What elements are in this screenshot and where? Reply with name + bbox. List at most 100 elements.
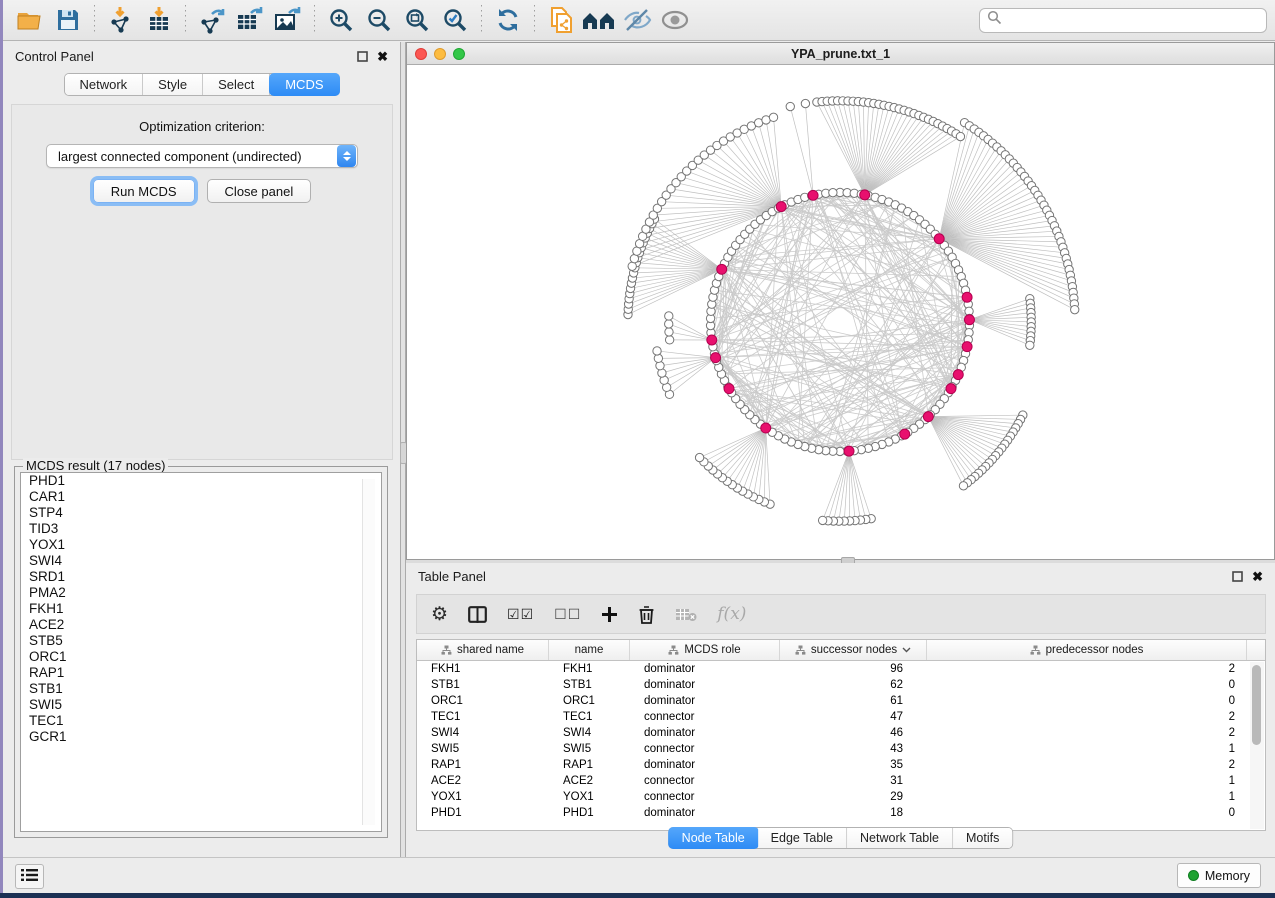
first-neighbors-button[interactable] — [582, 4, 616, 36]
cell-successor-nodes[interactable]: 29 — [780, 791, 927, 803]
cell-name[interactable]: RAP1 — [549, 759, 630, 771]
cell-predecessor-nodes[interactable]: 1 — [927, 743, 1247, 755]
cell-predecessor-nodes[interactable]: 0 — [927, 679, 1247, 691]
function-builder-button[interactable]: f(x) — [717, 604, 746, 624]
cell-predecessor-nodes[interactable]: 2 — [927, 711, 1247, 723]
cell-mcds-role[interactable]: connector — [630, 743, 780, 755]
cell-mcds-role[interactable]: dominator — [630, 663, 780, 675]
tab-network[interactable]: Network — [64, 74, 143, 95]
refresh-layout-button[interactable] — [491, 4, 525, 36]
cell-shared-name[interactable]: YOX1 — [417, 791, 549, 803]
zoom-out-button[interactable] — [362, 4, 396, 36]
cell-shared-name[interactable]: STB1 — [417, 679, 549, 691]
list-item[interactable]: RAP1 — [21, 665, 381, 681]
add-column-button[interactable] — [601, 606, 618, 623]
float-panel-icon[interactable] — [357, 51, 368, 62]
cell-shared-name[interactable]: SWI4 — [417, 727, 549, 739]
run-mcds-button[interactable]: Run MCDS — [93, 179, 195, 203]
cell-name[interactable]: YOX1 — [549, 791, 630, 803]
cell-predecessor-nodes[interactable]: 2 — [927, 759, 1247, 771]
list-item[interactable]: YOX1 — [21, 537, 381, 553]
column-header-predecessor-nodes[interactable]: predecessor nodes — [927, 640, 1247, 660]
import-network-button[interactable] — [104, 4, 138, 36]
cell-predecessor-nodes[interactable]: 1 — [927, 775, 1247, 787]
cell-mcds-role[interactable]: dominator — [630, 807, 780, 819]
column-header-name[interactable]: name — [549, 640, 630, 660]
cell-mcds-role[interactable]: connector — [630, 711, 780, 723]
column-header-successor-nodes[interactable]: successor nodes — [780, 640, 927, 660]
cell-mcds-role[interactable]: connector — [630, 775, 780, 787]
close-panel-button[interactable]: Close panel — [207, 179, 312, 203]
task-history-button[interactable] — [15, 864, 44, 889]
cell-name[interactable]: SWI5 — [549, 743, 630, 755]
list-item[interactable]: STP4 — [21, 505, 381, 521]
table-row[interactable]: PHD1 PHD1 dominator 18 0 — [417, 805, 1250, 821]
list-item[interactable]: SWI5 — [21, 697, 381, 713]
cell-successor-nodes[interactable]: 43 — [780, 743, 927, 755]
cell-name[interactable]: PHD1 — [549, 807, 630, 819]
column-header-shared-name[interactable]: shared name — [417, 640, 549, 660]
cell-predecessor-nodes[interactable]: 2 — [927, 663, 1247, 675]
zoom-fit-button[interactable] — [400, 4, 434, 36]
list-item[interactable]: TID3 — [21, 521, 381, 537]
list-item[interactable]: ORC1 — [21, 649, 381, 665]
hide-selected-button[interactable] — [620, 4, 654, 36]
network-title-bar[interactable]: YPA_prune.txt_1 — [407, 43, 1274, 65]
zoom-in-button[interactable] — [324, 4, 358, 36]
criterion-dropdown[interactable]: largest connected component (undirected) — [46, 144, 358, 168]
cell-predecessor-nodes[interactable]: 2 — [927, 727, 1247, 739]
cell-successor-nodes[interactable]: 47 — [780, 711, 927, 723]
column-header-mcds-role[interactable]: MCDS role — [630, 640, 780, 660]
float-panel-icon[interactable] — [1232, 571, 1243, 582]
tab-motifs[interactable]: Motifs — [953, 828, 1012, 848]
cell-predecessor-nodes[interactable]: 1 — [927, 791, 1247, 803]
list-scrollbar[interactable] — [362, 479, 375, 825]
cell-mcds-role[interactable]: dominator — [630, 759, 780, 771]
list-item[interactable]: GCR1 — [21, 729, 381, 745]
tab-network-table[interactable]: Network Table — [847, 828, 953, 848]
cell-mcds-role[interactable]: dominator — [630, 695, 780, 707]
delete-column-button[interactable] — [638, 605, 655, 624]
select-all-rows-button[interactable]: ☑☑ — [507, 606, 534, 623]
cell-mcds-role[interactable]: dominator — [630, 727, 780, 739]
close-panel-icon[interactable]: ✖ — [1252, 570, 1263, 583]
export-image-button[interactable] — [271, 4, 305, 36]
tab-mcds[interactable]: MCDS — [269, 73, 339, 96]
save-session-button[interactable] — [51, 4, 85, 36]
table-row[interactable]: STB1 STB1 dominator 62 0 — [417, 677, 1250, 693]
cell-shared-name[interactable]: TEC1 — [417, 711, 549, 723]
cell-shared-name[interactable]: PHD1 — [417, 807, 549, 819]
cell-shared-name[interactable]: SWI5 — [417, 743, 549, 755]
delete-table-button[interactable] — [675, 607, 697, 622]
memory-button[interactable]: Memory — [1177, 863, 1261, 888]
list-item[interactable]: TEC1 — [21, 713, 381, 729]
cell-mcds-role[interactable]: dominator — [630, 679, 780, 691]
cell-predecessor-nodes[interactable]: 0 — [927, 807, 1247, 819]
search-input[interactable] — [1007, 13, 1259, 28]
table-row[interactable]: TEC1 TEC1 connector 47 2 — [417, 709, 1250, 725]
cell-successor-nodes[interactable]: 62 — [780, 679, 927, 691]
list-item[interactable]: FKH1 — [21, 601, 381, 617]
cell-name[interactable]: TEC1 — [549, 711, 630, 723]
cell-shared-name[interactable]: ORC1 — [417, 695, 549, 707]
list-item[interactable]: STB5 — [21, 633, 381, 649]
tab-style[interactable]: Style — [143, 74, 203, 95]
cell-shared-name[interactable]: RAP1 — [417, 759, 549, 771]
cell-shared-name[interactable]: FKH1 — [417, 663, 549, 675]
tab-edge-table[interactable]: Edge Table — [758, 828, 847, 848]
list-item[interactable]: SRD1 — [21, 569, 381, 585]
table-row[interactable]: SWI5 SWI5 connector 43 1 — [417, 741, 1250, 757]
cell-name[interactable]: ORC1 — [549, 695, 630, 707]
cell-successor-nodes[interactable]: 96 — [780, 663, 927, 675]
cell-mcds-role[interactable]: connector — [630, 791, 780, 803]
cell-successor-nodes[interactable]: 35 — [780, 759, 927, 771]
cell-successor-nodes[interactable]: 18 — [780, 807, 927, 819]
zoom-selected-button[interactable] — [438, 4, 472, 36]
list-item[interactable]: ACE2 — [21, 617, 381, 633]
network-graph[interactable] — [407, 65, 1274, 559]
list-item[interactable]: SWI4 — [21, 553, 381, 569]
table-row[interactable]: SWI4 SWI4 dominator 46 2 — [417, 725, 1250, 741]
network-canvas[interactable] — [407, 65, 1274, 559]
tab-node-table[interactable]: Node Table — [668, 827, 759, 849]
export-table-button[interactable] — [233, 4, 267, 36]
